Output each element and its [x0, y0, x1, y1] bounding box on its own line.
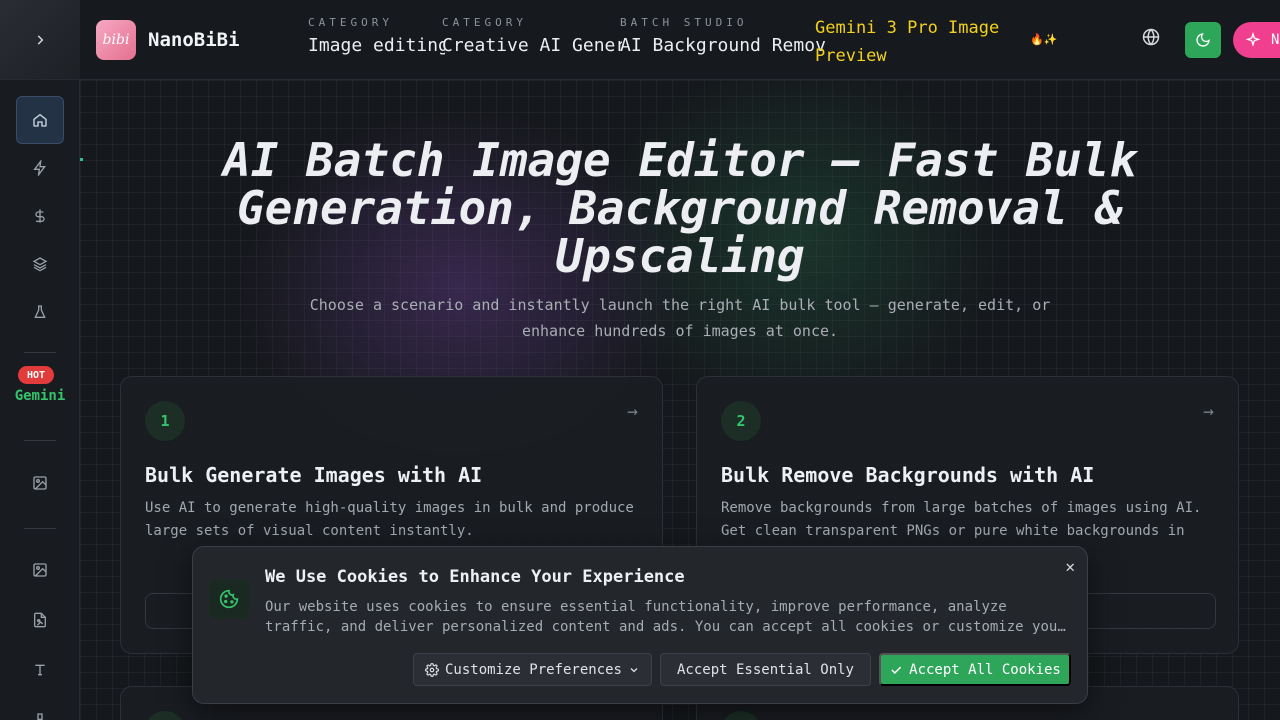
chevron-down-icon	[630, 667, 638, 672]
decorative-dot	[80, 158, 83, 161]
theme-toggle-button[interactable]	[1185, 22, 1221, 58]
image-icon	[33, 563, 47, 577]
text-icon	[35, 664, 45, 676]
page-title: AI Batch Image Editor — Fast Bulk Genera…	[223, 133, 1137, 283]
nav-image-2[interactable]	[16, 546, 64, 594]
page-subtitle: Choose a scenario and instantly launch t…	[309, 296, 1051, 340]
nav-home[interactable]	[16, 96, 64, 144]
hot-badge: HOT	[18, 366, 54, 384]
arrow-right-icon: →	[1203, 401, 1214, 422]
nav-divider	[24, 352, 56, 353]
customize-label: Customize Preferences	[444, 661, 622, 678]
customize-preferences-button[interactable]: Customize Preferences	[413, 653, 652, 686]
brand-name[interactable]: NanoBiBi	[148, 29, 240, 51]
home-icon	[33, 113, 47, 127]
nav-quick[interactable]	[16, 144, 64, 192]
nav-image[interactable]	[16, 459, 64, 507]
card-number: 1	[145, 401, 185, 441]
chevron-right-icon	[37, 34, 44, 45]
category-label: CATEGORY	[442, 16, 527, 29]
gear-icon	[425, 662, 439, 677]
card-number: 2	[721, 401, 761, 441]
cookie-title: We Use Cookies to Enhance Your Experienc…	[265, 567, 685, 587]
nav-gemini[interactable]: Gemini	[0, 388, 80, 404]
flask-icon	[34, 305, 46, 318]
category-image-editing[interactable]: CATEGORY Image editing	[308, 16, 445, 56]
category-creative-ai[interactable]: CATEGORY Creative AI Generation	[442, 16, 622, 56]
nav-brush[interactable]	[16, 696, 64, 720]
category-label: BATCH STUDIO	[620, 16, 748, 29]
lightning-icon	[33, 160, 46, 176]
nav-divider	[24, 440, 56, 441]
check-icon	[891, 666, 902, 674]
cookie-banner: We Use Cookies to Enhance Your Experienc…	[192, 546, 1088, 704]
sidebar-expand-button[interactable]	[0, 0, 80, 80]
globe-icon	[1142, 28, 1160, 46]
nav-file-image[interactable]	[16, 596, 64, 644]
category-title: Image editing	[308, 35, 445, 56]
sidebar: HOT Gemini	[0, 0, 80, 720]
file-image-icon	[34, 612, 46, 628]
card-title: Bulk Generate Images with AI	[145, 463, 483, 487]
nav-divider	[24, 528, 56, 529]
category-label: CATEGORY	[308, 16, 393, 29]
close-icon[interactable]: ✕	[1065, 557, 1075, 576]
brush-icon	[37, 713, 43, 720]
category-title: AI Background Remover	[620, 35, 825, 56]
top-header: bibi NanoBiBi CATEGORY Image editing CAT…	[80, 0, 1280, 80]
card-description: Use AI to generate high-quality images i…	[145, 500, 634, 539]
category-title: Creative AI Generation	[442, 35, 622, 56]
fire-sparkle-icon: 🔥✨	[1030, 33, 1058, 46]
moon-icon	[1196, 33, 1210, 47]
cookie-description: Our website uses cookies to ensure essen…	[265, 599, 1066, 635]
nav-layers[interactable]	[16, 240, 64, 288]
nav-text[interactable]	[16, 646, 64, 694]
language-button[interactable]	[1142, 28, 1166, 52]
cookie-icon	[209, 579, 249, 619]
dollar-icon	[35, 209, 45, 223]
site-logo[interactable]: bibi	[96, 20, 136, 60]
layers-icon	[32, 257, 48, 272]
nav-pricing[interactable]	[16, 192, 64, 240]
accept-all-cookies-button[interactable]: Accept All Cookies	[879, 653, 1071, 686]
card-number	[145, 711, 185, 720]
gemini-preview-link[interactable]: Gemini 3 Pro Image Preview	[815, 14, 1015, 70]
card-description: Remove backgrounds from large batches of…	[721, 500, 1202, 539]
category-batch-studio[interactable]: BATCH STUDIO AI Background Remover	[620, 16, 825, 56]
arrow-right-icon: →	[627, 401, 638, 422]
nav-lab[interactable]	[16, 288, 64, 336]
accept-all-label: Accept All Cookies	[909, 661, 1061, 678]
card-number	[721, 711, 761, 720]
magic-cta-label: N	[1271, 32, 1280, 48]
sparkles-icon	[1245, 32, 1261, 47]
card-title: Bulk Remove Backgrounds with AI	[721, 463, 1095, 487]
accept-essential-button[interactable]: Accept Essential Only	[660, 653, 871, 686]
image-icon	[33, 476, 47, 490]
magic-cta-button[interactable]: N	[1233, 22, 1280, 58]
